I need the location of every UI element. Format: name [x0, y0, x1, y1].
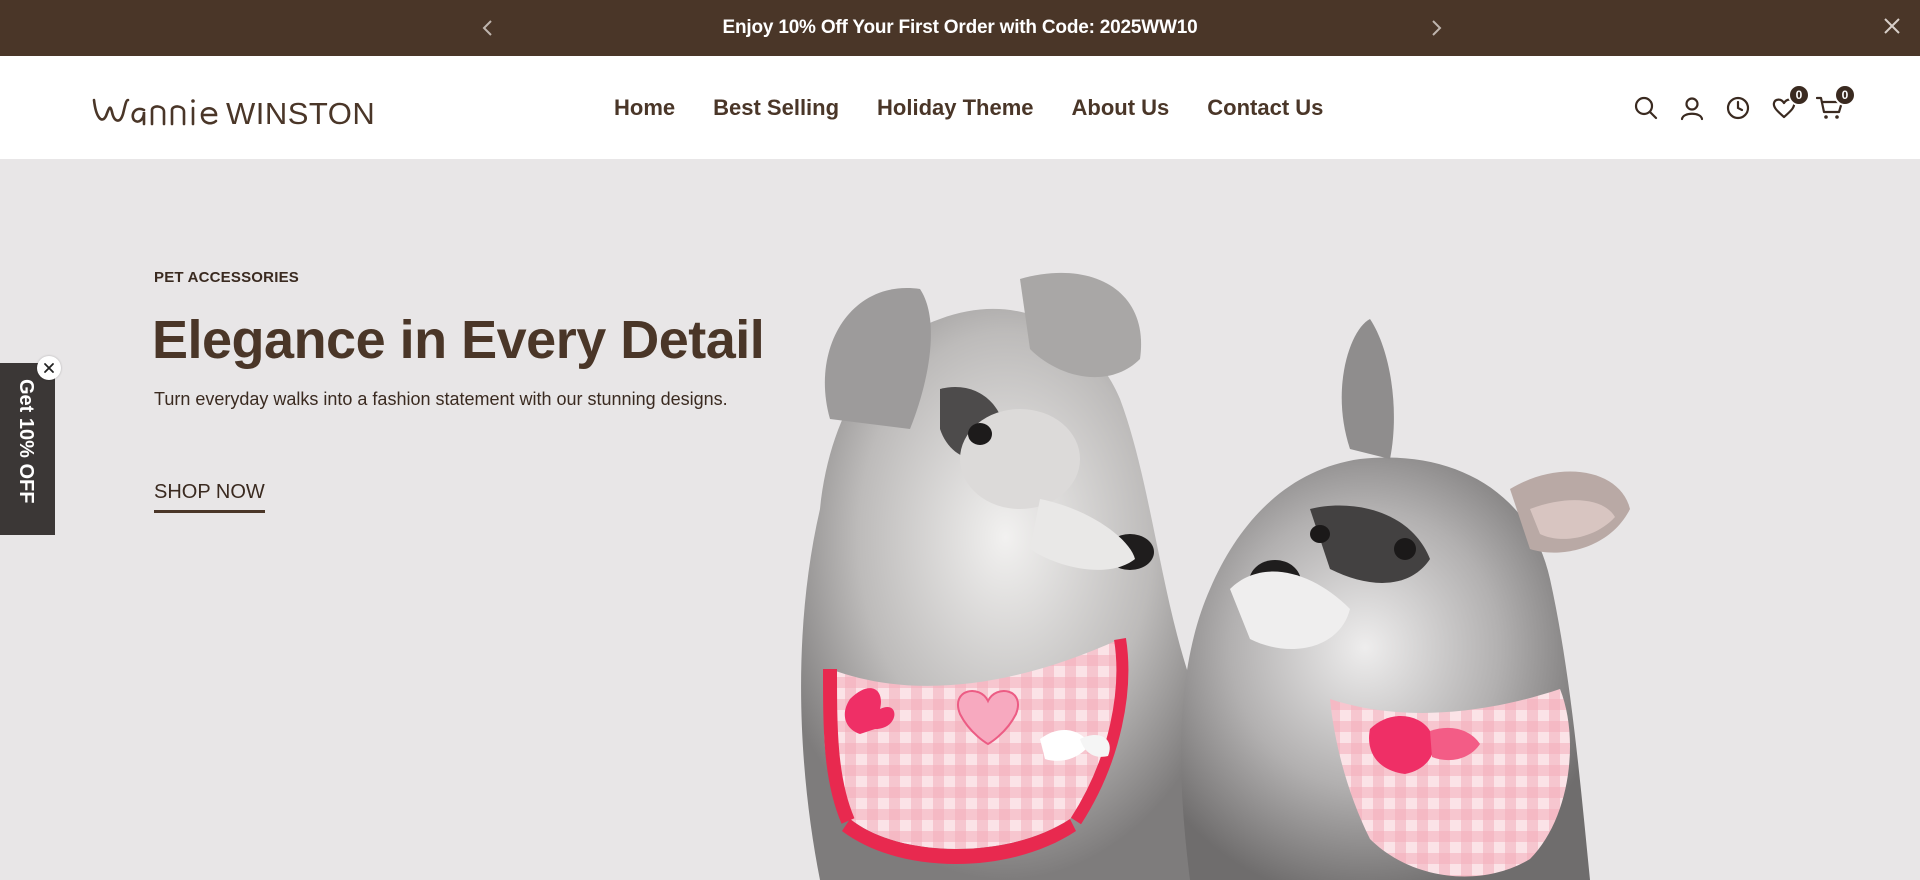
- heart-icon[interactable]: 0: [1770, 83, 1810, 122]
- nav-holiday-theme[interactable]: Holiday Theme: [877, 95, 1033, 121]
- logo[interactable]: WINSTON: [92, 86, 386, 130]
- wishlist-count-badge: 0: [1788, 83, 1810, 106]
- nav-about-us[interactable]: About Us: [1072, 95, 1170, 121]
- header-icons: 0 0: [1614, 56, 1856, 159]
- clock-icon[interactable]: [1724, 94, 1752, 122]
- discount-side-tab[interactable]: Get 10% OFF: [0, 363, 55, 535]
- discount-side-tab-label: Get 10% OFF: [15, 379, 37, 504]
- close-icon[interactable]: [37, 356, 61, 380]
- announcement-bar: Enjoy 10% Off Your First Order with Code…: [0, 0, 1920, 56]
- close-icon[interactable]: [1880, 14, 1904, 38]
- nav-contact-us[interactable]: Contact Us: [1207, 95, 1323, 121]
- user-icon[interactable]: [1678, 94, 1706, 122]
- hero-dogs-image: [801, 272, 1630, 880]
- search-icon[interactable]: [1632, 94, 1660, 122]
- cart-icon[interactable]: 0: [1816, 83, 1856, 122]
- announcement-text: Enjoy 10% Off Your First Order with Code…: [722, 17, 1198, 38]
- chevron-right-icon[interactable]: [1424, 16, 1448, 40]
- hero-subhead: Turn everyday walks into a fashion state…: [154, 389, 728, 409]
- nav-best-selling[interactable]: Best Selling: [713, 95, 839, 121]
- chevron-left-icon[interactable]: [476, 16, 500, 40]
- svg-text:WINSTON: WINSTON: [226, 96, 375, 130]
- shop-now-button[interactable]: SHOP NOW: [154, 481, 265, 513]
- cart-count-badge: 0: [1834, 83, 1856, 106]
- hero-banner: PET ACCESSORIES Elegance in Every Detail…: [0, 159, 1920, 880]
- main-nav: Home Best Selling Holiday Theme About Us…: [614, 56, 1323, 159]
- hero-eyebrow: PET ACCESSORIES: [154, 269, 299, 286]
- hero-headline: Elegance in Every Detail: [152, 310, 765, 370]
- site-header: WINSTON Home Best Selling Holiday Theme …: [0, 56, 1920, 159]
- nav-home[interactable]: Home: [614, 95, 675, 121]
